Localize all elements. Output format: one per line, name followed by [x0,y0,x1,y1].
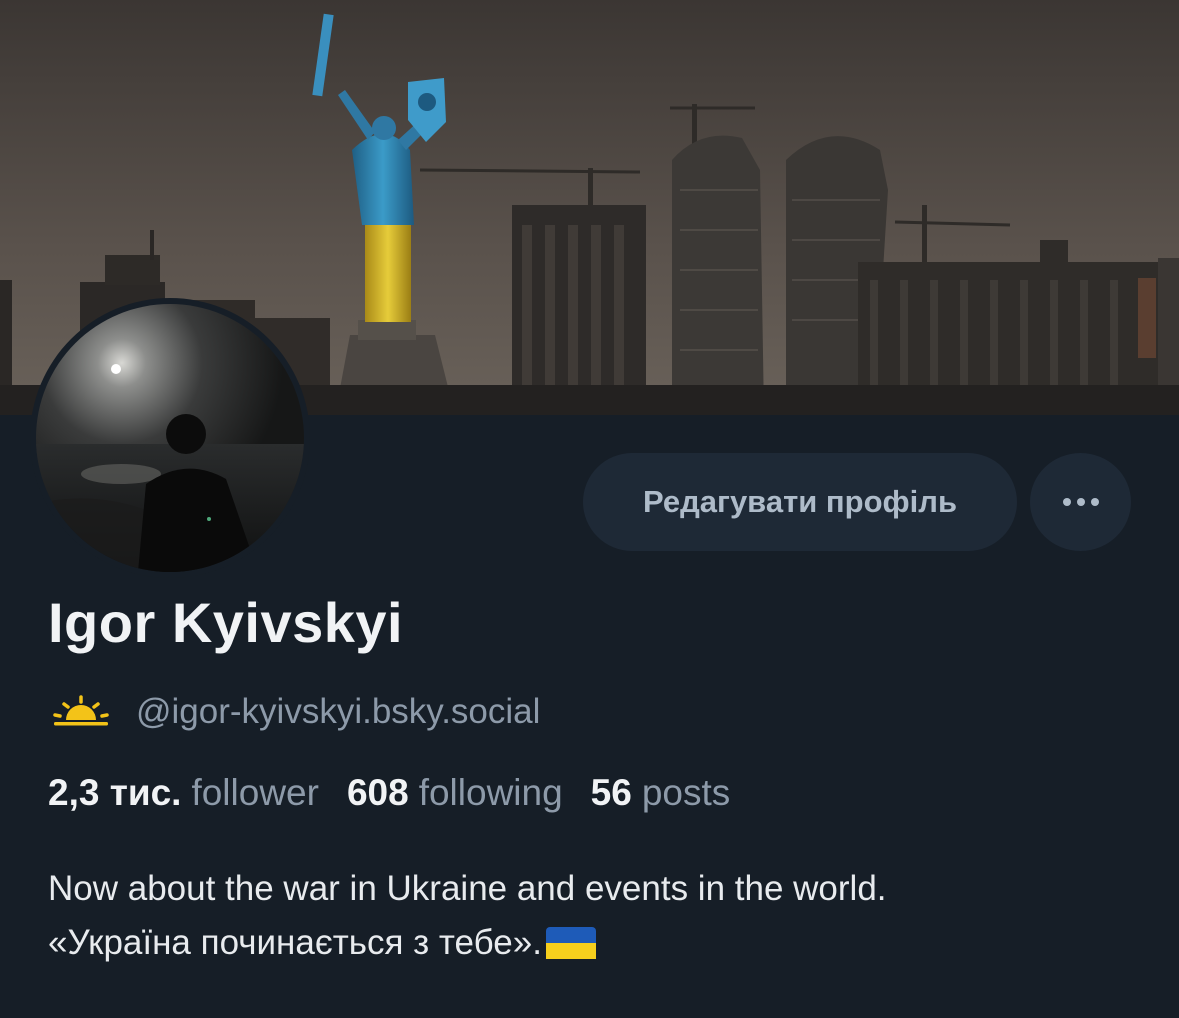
following-label: following [418,772,563,813]
followers-label: follower [191,772,319,813]
posts-label: posts [641,772,731,813]
more-options-button[interactable] [1030,453,1131,551]
posts-count: 56 [590,772,632,813]
avatar[interactable] [30,298,310,578]
bio-line-1: Now about the war in Ukraine and events … [48,869,887,908]
ukraine-flag-icon [545,927,596,959]
profile-stats: 2,3 тис. follower 608 following 56 posts [48,772,758,814]
edit-profile-button[interactable]: Редагувати профіль [583,453,1017,551]
handle[interactable]: @igor-kyivskyi.bsky.social [136,692,540,732]
profile-bio: Now about the war in Ukraine and events … [48,862,887,970]
bio-line-2-row: «Україна починається з тебе». [48,916,887,970]
more-horizontal-icon [1062,498,1099,506]
display-name: Igor Kyivskyi [48,591,404,654]
following-count: 608 [346,772,409,813]
followers-count: 2,3 тис. [48,772,182,813]
sunrise-icon [53,695,109,726]
handle-row: @igor-kyivskyi.bsky.social [50,690,540,734]
bio-line-2: «Україна починається з тебе». [48,923,542,962]
posts-stat: 56 posts [591,772,731,814]
following-stat[interactable]: 608 following [347,772,563,814]
followers-stat[interactable]: 2,3 тис. follower [48,772,319,814]
